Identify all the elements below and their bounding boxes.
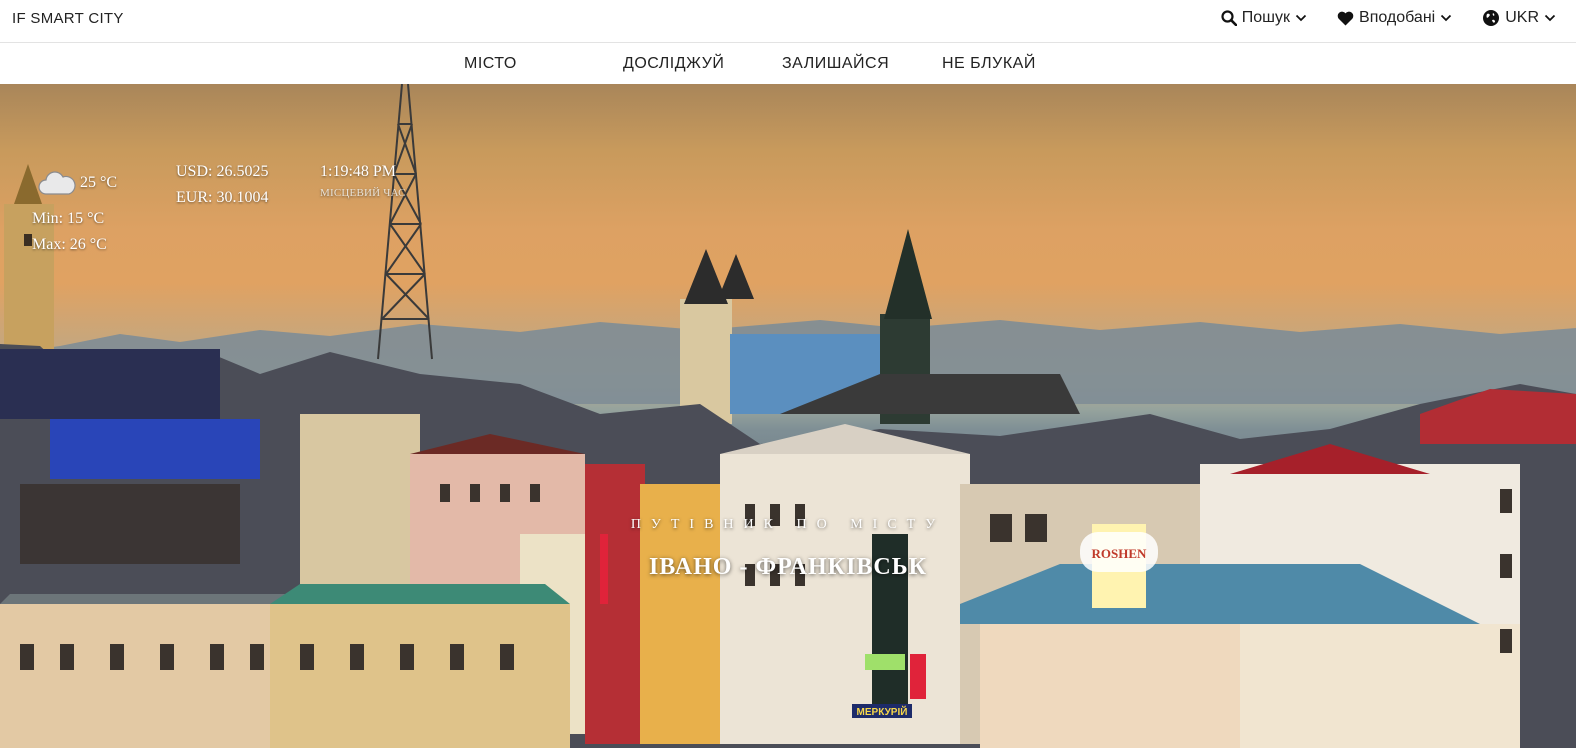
nav-item-city[interactable]: МІСТО xyxy=(464,55,517,73)
usd-rate: USD: 26.5025 xyxy=(176,163,269,180)
heart-icon xyxy=(1337,11,1354,26)
nav-item-explore[interactable]: ДОСЛІДЖУЙ xyxy=(623,55,724,73)
hero-banner: ROSHEN МЕРКУРІЙ 25 °C Min: 15 °C Max: 26… xyxy=(0,84,1576,748)
chevron-down-icon xyxy=(1295,13,1307,23)
chevron-down-icon xyxy=(1544,13,1556,23)
favorites-label: Вподобані xyxy=(1359,9,1436,26)
info-widgets: 25 °C Min: 15 °C Max: 26 °C USD: 26.5025… xyxy=(0,84,1576,284)
favorites-dropdown[interactable]: Вподобані xyxy=(1337,9,1452,27)
globe-icon xyxy=(1482,9,1500,27)
cloud-icon xyxy=(38,170,76,201)
top-header: IF SMART CITY Пошук Вподобані UKR xyxy=(0,0,1576,43)
search-dropdown[interactable]: Пошук xyxy=(1221,9,1307,27)
weather-temperature: 25 °C xyxy=(80,174,118,191)
hero-subtitle: ПУТІВНИК ПО МІСТУ xyxy=(630,517,946,532)
hero-title: ІВАНО - ФРАНКІВСЬК xyxy=(648,554,928,580)
nav-item-stay[interactable]: ЗАЛИШАЙСЯ xyxy=(782,55,889,73)
local-time-label: МІСЦЕВИЙ ЧАС xyxy=(320,187,406,199)
chevron-down-icon xyxy=(1440,13,1452,23)
shop-sign-text: МЕРКУРІЙ xyxy=(857,705,908,718)
search-label: Пошук xyxy=(1241,9,1291,26)
nav-item-dont-get-lost[interactable]: НЕ БЛУКАЙ xyxy=(942,55,1036,73)
search-icon xyxy=(1221,10,1237,26)
brand-logo-link[interactable]: IF SMART CITY xyxy=(12,10,124,27)
weather-min: Min: 15 °C xyxy=(32,210,105,227)
language-dropdown[interactable]: UKR xyxy=(1482,9,1556,27)
main-nav: МІСТО ДОСЛІДЖУЙ ЗАЛИШАЙСЯ НЕ БЛУКАЙ xyxy=(0,44,1576,84)
weather-max: Max: 26 °C xyxy=(32,236,107,253)
eur-rate: EUR: 30.1004 xyxy=(176,189,269,206)
local-time: 1:19:48 PM xyxy=(320,163,397,180)
language-label: UKR xyxy=(1505,9,1539,26)
header-actions: Пошук Вподобані UKR xyxy=(1221,9,1556,27)
